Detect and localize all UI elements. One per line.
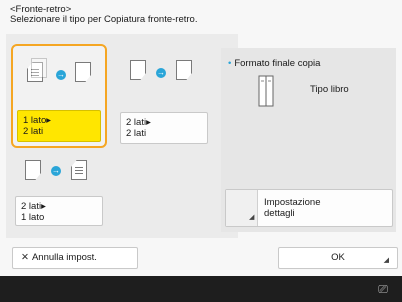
double-side-document-icon xyxy=(130,60,146,80)
double-side-document-icon xyxy=(176,60,192,80)
option-3-label: 2 lati▸ 1 lato xyxy=(15,196,103,226)
option-1-label: 1 lato▸ 2 lati xyxy=(17,110,101,142)
book-type-icon xyxy=(258,75,274,107)
ok-button[interactable]: OK ◢ xyxy=(278,247,398,269)
option-2-label: 2 lati▸ 2 lati xyxy=(120,112,208,144)
status-bar: ⎚ xyxy=(0,276,402,302)
option-2-label-line1: 2 lati▸ xyxy=(126,117,151,128)
final-format-value: Tipo libro xyxy=(310,84,349,95)
bullet-icon: • xyxy=(228,58,232,69)
cancel-settings-button[interactable]: ✕ Annulla impost. xyxy=(12,247,138,269)
double-side-document-icon xyxy=(75,62,91,82)
option-2-sides-to-1-side[interactable]: → 2 lati▸ 1 lato xyxy=(11,146,107,230)
option-1-label-line1: 1 lato▸ xyxy=(23,115,52,126)
option-3-icon: → xyxy=(11,146,107,198)
option-2-icon: → xyxy=(116,44,212,96)
cancel-settings-label: Annulla impost. xyxy=(31,252,97,263)
option-3-label-line1: 2 lati▸ xyxy=(21,201,46,212)
option-2-sides-to-2-sides[interactable]: → 2 lati▸ 2 lati xyxy=(116,44,212,148)
screen-instruction: Selezionare il tipo per Copiatura fronte… xyxy=(10,14,198,25)
details-settings-button[interactable]: ◢ Impostazione dettagli xyxy=(225,189,393,227)
option-1-side-to-2-sides[interactable]: → 1 lato▸ 2 lati xyxy=(11,44,107,148)
option-1-icon: → xyxy=(13,46,105,98)
arrow-right-icon: → xyxy=(51,166,61,176)
single-side-document-icon xyxy=(71,160,87,180)
option-1-label-line2: 2 lati xyxy=(23,126,44,137)
details-settings-label: Impostazione dettagli xyxy=(264,197,321,219)
double-side-document-icon xyxy=(25,160,41,180)
screen-header: <Fronte-retro> Selezionare il tipo per C… xyxy=(10,5,197,25)
final-format-title: • Formato finale copia xyxy=(228,58,321,69)
close-icon: ✕ xyxy=(21,252,29,263)
status-monitor-icon[interactable]: ⎚ xyxy=(374,280,392,298)
arrow-right-icon: → xyxy=(56,70,66,80)
option-3-label-line2: 1 lato xyxy=(21,212,45,223)
option-2-label-line2: 2 lati xyxy=(126,128,147,139)
corner-arrow-icon: ◢ xyxy=(383,257,389,264)
corner-arrow-icon: ◢ xyxy=(249,214,255,221)
ok-label: OK xyxy=(331,252,345,263)
arrow-right-icon: → xyxy=(156,68,166,78)
